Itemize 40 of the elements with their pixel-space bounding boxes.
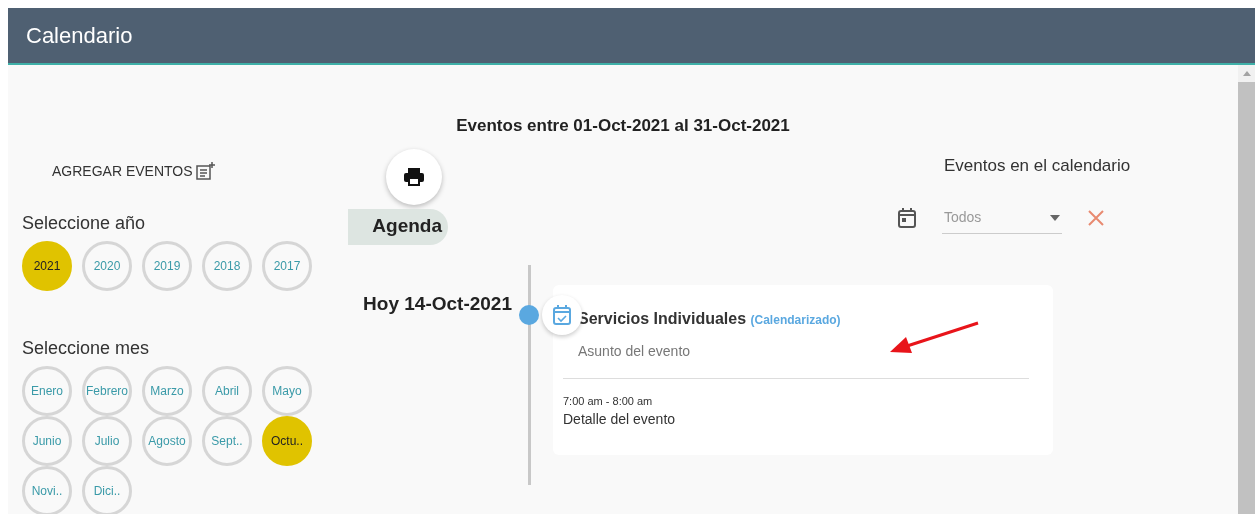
month-option[interactable]: Julio [82, 415, 132, 466]
year-option[interactable]: 2020 [82, 240, 132, 291]
month-option[interactable]: Novi.. [22, 465, 72, 514]
month-option[interactable]: Febrero [82, 365, 132, 416]
event-subject: Asunto del evento [578, 342, 691, 359]
year-option[interactable]: 2019 [142, 240, 192, 291]
close-icon[interactable] [1088, 210, 1104, 226]
month-option[interactable]: Octu.. [262, 415, 312, 466]
timeline-dot [519, 304, 539, 325]
add-events-link[interactable]: AGREGAR EVENTOS [22, 160, 348, 182]
event-detail: Detalle del evento [563, 410, 677, 429]
event-date: Hoy 14-Oct-2021 [362, 291, 513, 316]
calendar-icon [898, 208, 916, 228]
print-button[interactable] [386, 148, 442, 205]
filter-title: Eventos en el calendario [944, 154, 1132, 177]
event-filter-dropdown[interactable]: Todos [942, 202, 1062, 234]
event-time: 7:00 am - 8:00 am [563, 393, 654, 409]
calendar-check-icon [553, 304, 571, 325]
month-option[interactable]: Junio [22, 415, 72, 466]
year-option[interactable]: 2017 [262, 240, 312, 291]
print-icon [403, 166, 425, 187]
agenda-label: Agenda [348, 208, 448, 245]
year-label: Seleccione año [22, 211, 147, 235]
add-note-icon [194, 161, 215, 181]
month-option[interactable]: Marzo [142, 365, 192, 416]
month-option[interactable]: Mayo [262, 365, 312, 416]
caret-icon [1050, 214, 1060, 221]
date-range-title: Eventos entre 01-Oct-2021 al 31-Oct-2021 [455, 115, 791, 137]
event-title: Servicios Individuales (Calendarizado) [578, 308, 842, 329]
year-option[interactable]: 2018 [202, 240, 252, 291]
scroll-up-icon[interactable] [1242, 71, 1251, 76]
page-title: Calendario [26, 22, 133, 50]
month-label: Seleccione mes [22, 336, 151, 360]
scrollbar[interactable] [1238, 65, 1255, 514]
year-option[interactable]: 2021 [22, 240, 72, 291]
month-option[interactable]: Agosto [142, 415, 192, 466]
month-option[interactable]: Sept.. [202, 415, 252, 466]
month-option[interactable]: Abril [202, 365, 252, 416]
month-option[interactable]: Enero [22, 365, 72, 416]
month-option[interactable]: Dici.. [82, 465, 132, 514]
